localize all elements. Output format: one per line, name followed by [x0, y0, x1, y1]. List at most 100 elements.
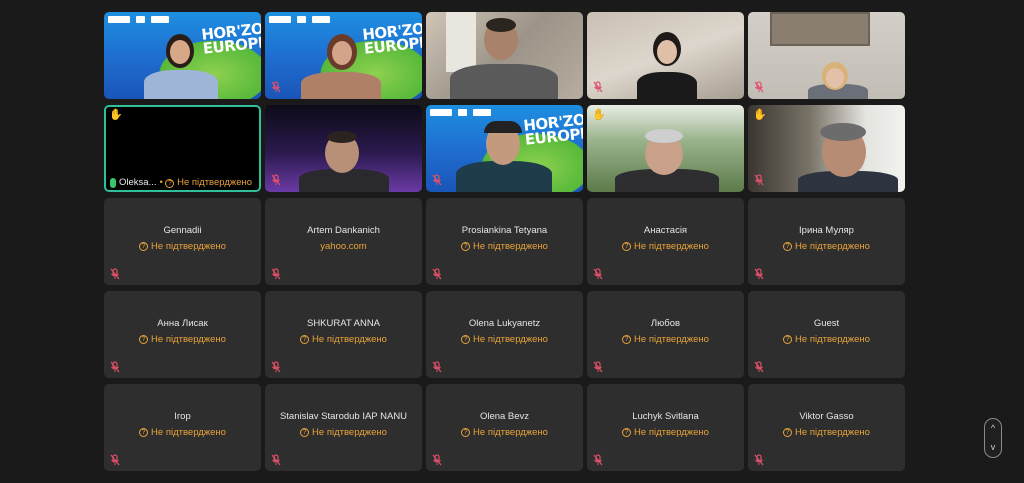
mic-muted-icon: [110, 268, 120, 280]
mic-muted-icon: [754, 174, 764, 186]
participant-status: ? Не підтверджено: [783, 241, 870, 253]
participant-status: ? Не підтверджено: [783, 427, 870, 439]
participant-status: ? Не підтверджено: [461, 427, 548, 439]
participant-tile[interactable]: Guest ? Не підтверджено: [748, 291, 905, 378]
mic-muted-icon: [593, 361, 603, 373]
participant-tile[interactable]: Viktor Gasso ? Не підтверджено: [748, 384, 905, 471]
participant-status: ? Не підтверджено: [622, 334, 709, 346]
question-icon: ?: [783, 242, 793, 251]
participant-tile[interactable]: Любов ? Не підтверджено: [587, 291, 744, 378]
horizon-europe-banner: HOR'ZON EUROPE: [200, 18, 261, 58]
participant-name: Анна Лисак: [157, 317, 208, 329]
status-unverified: • ? Не підтверджено: [159, 177, 253, 188]
video-tile-older-man[interactable]: ✋: [587, 105, 744, 192]
question-icon: ?: [300, 335, 310, 344]
participant-name: Ірина Муляр: [799, 224, 854, 236]
mic-muted-icon: [271, 454, 281, 466]
video-tile-window-man[interactable]: ✋: [748, 105, 905, 192]
participant-name: Artem Dankanich: [307, 224, 380, 236]
participant-name: Gennadii: [163, 224, 202, 236]
participant-tile[interactable]: Анастасія ? Не підтверджено: [587, 198, 744, 285]
video-tile-horizon-1[interactable]: HOR'ZON EUROPE: [104, 12, 261, 99]
scroll-down-icon[interactable]: v: [991, 443, 996, 452]
raised-hand-icon: ✋: [109, 109, 123, 121]
video-tile-woman-glasses[interactable]: [748, 12, 905, 99]
participant-tile[interactable]: Olena Bevz ? Не підтверджено: [426, 384, 583, 471]
question-icon: ?: [622, 335, 632, 344]
mic-muted-icon: [432, 361, 442, 373]
participant-name: Olena Lukyanetz: [468, 317, 541, 329]
video-tile-office-man[interactable]: [426, 12, 583, 99]
question-icon: ?: [461, 242, 471, 251]
participant-name: Guest: [813, 317, 840, 329]
participant-name: Любов: [650, 317, 681, 329]
participant-status: yahoo.com: [320, 240, 367, 252]
question-icon: ?: [461, 428, 471, 437]
mic-muted-icon: [271, 361, 281, 373]
mic-muted-icon: [754, 454, 764, 466]
horizon-europe-banner: HOR'ZON EUROPE: [522, 109, 583, 149]
video-tile-purple-man[interactable]: [265, 105, 422, 192]
participant-tile[interactable]: Gennadii ? Не підтверджено: [104, 198, 261, 285]
question-icon: ?: [139, 428, 149, 437]
event-logos: [108, 16, 169, 23]
mic-muted-icon: [110, 361, 120, 373]
gallery-grid: HOR'ZON EUROPE HOR'ZON EUROPE ✋ Oleksa..…: [104, 12, 905, 471]
wall-painting: [770, 12, 870, 46]
participant-tile[interactable]: Prosiankina Tetyana ? Не підтверджено: [426, 198, 583, 285]
question-icon: ?: [783, 335, 793, 344]
raised-hand-icon: ✋: [753, 109, 767, 121]
mic-muted-icon: [754, 268, 764, 280]
question-icon: ?: [622, 428, 632, 437]
participant-name: SHKURAT ANNA: [306, 317, 381, 329]
participant-status: ? Не підтверджено: [622, 427, 709, 439]
mic-muted-icon: [432, 268, 442, 280]
video-tile-horizon-headset[interactable]: HOR'ZON EUROPE: [426, 105, 583, 192]
participant-status: ? Не підтверджено: [300, 427, 387, 439]
participant-tile[interactable]: Stanislav Starodub IAP NANU ? Не підтвердж…: [265, 384, 422, 471]
video-tile-horizon-2[interactable]: HOR'ZON EUROPE: [265, 12, 422, 99]
mic-muted-icon: [754, 81, 764, 93]
participant-name: Oleksa...: [119, 177, 157, 188]
participant-name: Анастасія: [643, 224, 688, 236]
question-icon: ?: [622, 242, 632, 251]
question-icon: ?: [461, 335, 471, 344]
participant-status: ? Не підтверджено: [139, 334, 226, 346]
participant-tile[interactable]: Artem Dankanich yahoo.com: [265, 198, 422, 285]
mic-muted-icon: [593, 81, 603, 93]
mic-muted-icon: [110, 454, 120, 466]
participant-name: Luchyk Svitlana: [632, 410, 699, 422]
participant-name: Olena Bevz: [479, 410, 530, 422]
participant-status: ? Не підтверджено: [461, 241, 548, 253]
question-icon: ?: [783, 428, 793, 437]
scroll-up-icon[interactable]: ^: [991, 424, 995, 433]
participant-tile[interactable]: SHKURAT ANNA ? Не підтверджено: [265, 291, 422, 378]
mic-muted-icon: [432, 454, 442, 466]
mic-muted-icon: [271, 174, 281, 186]
participant-tile[interactable]: Luchyk Svitlana ? Не підтверджено: [587, 384, 744, 471]
video-tile-young-woman[interactable]: [587, 12, 744, 99]
participant-tile[interactable]: Ігор ? Не підтверджено: [104, 384, 261, 471]
mic-muted-icon: [271, 268, 281, 280]
video-tile-oleksa-active-speaker[interactable]: ✋ Oleksa... • ? Не підтверджено: [104, 105, 261, 192]
participant-tile[interactable]: Анна Лисак ? Не підтверджено: [104, 291, 261, 378]
mic-active-icon: [110, 177, 116, 188]
mic-muted-icon: [754, 361, 764, 373]
question-icon: ?: [139, 242, 149, 251]
participant-tile[interactable]: Olena Lukyanetz ? Не підтверджено: [426, 291, 583, 378]
question-icon: ?: [139, 335, 149, 344]
participant-name: Stanislav Starodub IAP NANU: [279, 410, 408, 422]
mic-muted-icon: [271, 81, 281, 93]
gallery-scroll-control[interactable]: ^ v: [984, 418, 1002, 458]
participant-tile[interactable]: Ірина Муляр ? Не підтверджено: [748, 198, 905, 285]
participant-status: ? Не підтверджено: [139, 427, 226, 439]
question-icon: ?: [300, 428, 310, 437]
participant-name: Viktor Gasso: [799, 410, 854, 422]
horizon-europe-banner: HOR'ZON EUROPE: [361, 18, 422, 58]
participant-name: Prosiankina Tetyana: [461, 224, 548, 236]
participant-status: ? Не підтверджено: [783, 334, 870, 346]
mic-muted-icon: [593, 268, 603, 280]
participant-status: ? Не підтверджено: [139, 241, 226, 253]
participant-status: ? Не підтверджено: [300, 334, 387, 346]
event-logos: [269, 16, 330, 23]
